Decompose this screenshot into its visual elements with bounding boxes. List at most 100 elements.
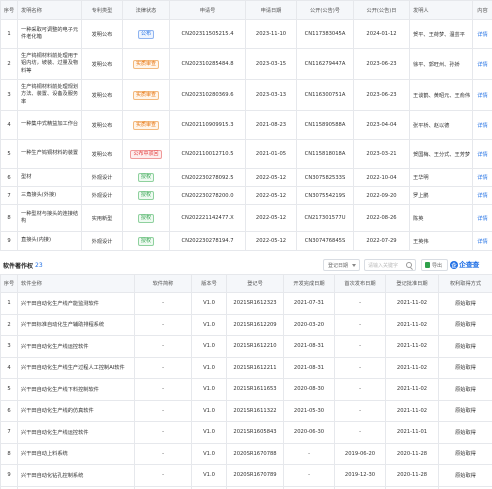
- search-input[interactable]: 请输入关键字: [364, 259, 416, 271]
- software-short-name: -: [134, 442, 192, 465]
- inventors: 王英伟: [409, 231, 473, 251]
- software-name: 兴干田自动上料系统: [17, 442, 135, 465]
- column-header: 发明名称: [17, 0, 82, 20]
- version: V1.0: [191, 442, 227, 465]
- column-header: 权利取得方式: [438, 274, 492, 293]
- application-number: CN202230278194.7: [169, 231, 246, 251]
- export-button[interactable]: 导出: [421, 259, 448, 271]
- version: V1.0: [191, 464, 227, 487]
- acquisition-method: 原始取得: [438, 464, 492, 487]
- detail-link[interactable]: 详情: [472, 79, 492, 111]
- version: V1.0: [191, 421, 227, 444]
- status-badge: 授权: [137, 191, 154, 200]
- row-number: 4: [0, 356, 18, 379]
- row-number: 9: [0, 464, 18, 487]
- development-date: 2020-08-30: [283, 378, 335, 401]
- acquisition-method: 原始取得: [438, 356, 492, 379]
- detail-link[interactable]: 详情: [472, 19, 492, 49]
- detail-link[interactable]: 详情: [472, 110, 492, 140]
- detail-link[interactable]: 详情: [472, 204, 492, 232]
- first-publish-date: -: [334, 292, 386, 315]
- column-header: 内容: [472, 0, 492, 20]
- detail-link[interactable]: 详情: [472, 186, 492, 205]
- sort-select[interactable]: 登记日期: [323, 259, 360, 271]
- application-number: CN202310280369.6: [169, 79, 246, 111]
- chevron-down-icon: [352, 264, 356, 267]
- table-row: 2 兴干田标准自动化生产辅助排程系统 - V1.0 2021SR1612209 2020-…: [0, 313, 492, 336]
- software-name: 兴干田自动化钻孔控制系统: [17, 464, 135, 487]
- detail-link[interactable]: 详情: [472, 48, 492, 80]
- inventors: 陈英: [409, 204, 473, 232]
- status-cell: 公布中驳回: [122, 139, 170, 169]
- table-row: 4 一种集中式精益加工作台 发明公布 实质审查 CN202110909915.3 2021…: [0, 110, 492, 140]
- application-date: 2021-08-23: [245, 110, 297, 140]
- table-row: 4 兴干田自动化生产线生产过程人工控制AI软件 - V1.0 2021SR1612211…: [0, 356, 492, 379]
- table-row: 8 一种型材与接头的连接结构 实用新型 授权 CN202221142477.X 2022-…: [0, 204, 492, 232]
- table-row: 6 兴干田自动化生产线的仿真软件 - V1.0 2021SR1611322 2021-05…: [0, 399, 492, 422]
- detail-link[interactable]: 详情: [472, 139, 492, 169]
- approval-date: 2021-11-02: [385, 313, 439, 336]
- software-short-name: -: [134, 464, 192, 487]
- status-badge: 公布: [137, 29, 154, 39]
- table-row: 2 生产钨铜材料前处理用于铝内坊，坡装、过量及物料等 发明公布 实质审查 CN20231…: [0, 48, 492, 80]
- row-number: 8: [0, 442, 18, 465]
- application-number: CN202230278092.5: [169, 168, 246, 187]
- publication-number: CN217301577U: [296, 204, 354, 232]
- patent-header-row: 序号 发明名称 专利类型 法律状态 申请号 申请日期 公开(公告)号 公开(公告)日 发明人 内容: [0, 0, 492, 20]
- patent-name: 生产钨铜材料前处理用于铝内坊，坡装、过量及物料等: [17, 48, 82, 80]
- application-date: 2022-05-12: [245, 186, 297, 205]
- patent-type: 发明公布: [81, 139, 123, 169]
- column-header: 登记号: [226, 274, 284, 293]
- publication-date: 2022-09-20: [353, 186, 410, 205]
- table-row: 5 一种生产钨铜材料的装置 发明公布 公布中驳回 CN202110012710.5 202…: [0, 139, 492, 169]
- detail-link[interactable]: 详情: [472, 168, 492, 187]
- software-name: 兴干田标准自动化生产辅助排程系统: [17, 313, 135, 336]
- status-badge: 实质审查: [132, 59, 159, 69]
- patent-name: 三角接头(外接): [17, 186, 82, 205]
- table-row: 7 兴干田自动化生产线运控软件 - V1.0 2021SR1605843 2020-06-…: [0, 421, 492, 444]
- column-header: 发明人: [409, 0, 473, 20]
- application-date: 2021-01-05: [245, 139, 297, 169]
- row-number: 7: [0, 421, 18, 444]
- registration-number: 2021SR1611322: [226, 399, 284, 422]
- application-date: 2022-05-12: [245, 168, 297, 187]
- approval-date: 2020-11-28: [385, 464, 439, 487]
- version: V1.0: [191, 356, 227, 379]
- patent-name: 一种集中式精益加工作台: [17, 110, 82, 140]
- status-cell: 授权: [122, 231, 170, 251]
- approval-date: 2021-11-02: [385, 292, 439, 315]
- row-number: 8: [0, 204, 18, 232]
- row-number: 6: [0, 168, 18, 187]
- version: V1.0: [191, 378, 227, 401]
- software-short-name: -: [134, 356, 192, 379]
- row-number: 2: [0, 313, 18, 336]
- software-short-name: -: [134, 292, 192, 315]
- software-short-name: -: [134, 378, 192, 401]
- status-cell: 实质审查: [122, 48, 170, 80]
- inventors: 王谈鹤、黄昭元、王俞伟: [409, 79, 473, 111]
- row-number: 1: [0, 19, 18, 49]
- status-cell: 公布: [122, 19, 170, 49]
- publication-number: CN307476845S: [296, 231, 354, 251]
- registration-number: 2020SR1670788: [226, 442, 284, 465]
- status-cell: 授权: [122, 186, 170, 205]
- application-number: CN202310285484.8: [169, 48, 246, 80]
- patent-type: 实用新型: [81, 204, 123, 232]
- software-name: 兴干田自动化生产线生产过程人工控制AI软件: [17, 356, 135, 379]
- registration-number: 2021SR1612323: [226, 292, 284, 315]
- detail-link[interactable]: 详情: [472, 231, 492, 251]
- patent-type: 发明公布: [81, 79, 123, 111]
- excel-icon: [425, 262, 430, 268]
- publication-date: 2022-10-04: [353, 168, 410, 187]
- application-number: CN202110909915.3: [169, 110, 246, 140]
- inventors: 徐平、郭旺州、孙娇: [409, 48, 473, 80]
- publication-number: CN307554219S: [296, 186, 354, 205]
- registration-number: 2021SR1605843: [226, 421, 284, 444]
- table-row: 9 直接头(内接) 外观设计 授权 CN202230278194.7 2022-05-12…: [0, 231, 492, 251]
- table-row: 3 兴干田自动化生产线运控软件 - V1.0 2021SR1612210 2021-08-…: [0, 335, 492, 358]
- search-icon[interactable]: [406, 262, 412, 268]
- table-row: 1 一种采取可调整的电子元件老化箱 发明公布 公布 CN202311505215.4 20…: [0, 19, 492, 49]
- software-section-bar: 软件著作权 23 登记日期 请输入关键字 导出 企 企查查: [0, 256, 492, 274]
- publication-date: 2022-07-29: [353, 231, 410, 251]
- inventors: 王华明: [409, 168, 473, 187]
